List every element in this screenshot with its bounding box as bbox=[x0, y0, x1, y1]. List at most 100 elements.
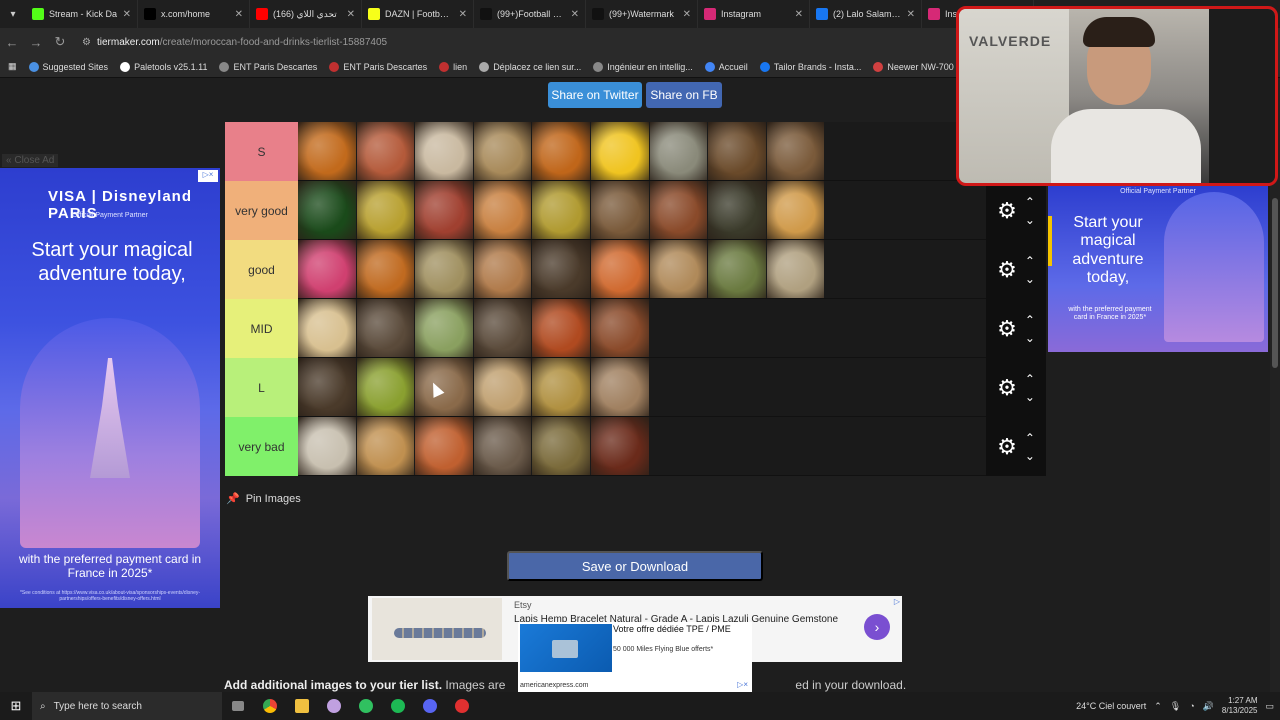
save-download-button[interactable]: Save or Download bbox=[507, 551, 763, 581]
food-image[interactable] bbox=[532, 181, 591, 239]
site-info-icon[interactable]: ⚙ bbox=[82, 37, 91, 48]
share-twitter-button[interactable]: Share on Twitter bbox=[548, 82, 642, 108]
windows-start-icon[interactable]: ⊞ bbox=[0, 698, 32, 714]
food-image[interactable] bbox=[590, 358, 650, 416]
scrollbar-thumb[interactable] bbox=[1272, 198, 1278, 368]
bookmark-item[interactable]: ENT Paris Descartes bbox=[219, 61, 317, 72]
chrome-icon[interactable] bbox=[254, 692, 286, 720]
tab-close-icon[interactable]: ✕ bbox=[459, 9, 467, 20]
ad-choices-icon[interactable]: ▷ bbox=[894, 597, 900, 606]
food-image[interactable] bbox=[766, 181, 826, 239]
food-image[interactable] bbox=[590, 122, 650, 180]
bookmark-item[interactable]: Ingénieur en intellig... bbox=[593, 61, 693, 72]
tier-settings-gear-icon[interactable]: ⚙ bbox=[997, 199, 1017, 222]
url-field[interactable]: ⚙ tiermaker.com/create/moroccan-food-and… bbox=[82, 37, 387, 48]
browser-tab[interactable]: x.com/home ✕ bbox=[138, 0, 250, 28]
reload-icon[interactable]: ↻ bbox=[48, 34, 72, 50]
food-image[interactable] bbox=[473, 299, 533, 357]
tier-settings-gear-icon[interactable]: ⚙ bbox=[997, 376, 1017, 399]
food-image[interactable] bbox=[590, 417, 650, 475]
ad-choices-icon[interactable]: ▷× bbox=[198, 170, 218, 182]
food-image[interactable] bbox=[590, 240, 650, 298]
food-image[interactable] bbox=[649, 122, 709, 180]
notification-icon[interactable]: ▭ bbox=[1265, 701, 1274, 712]
taskbar-search[interactable]: ⌕ Type here to search bbox=[32, 692, 222, 720]
close-ad-button[interactable]: « Close Ad bbox=[2, 154, 59, 167]
food-image[interactable] bbox=[590, 299, 650, 357]
tier-label[interactable]: very good bbox=[225, 181, 298, 240]
volume-icon[interactable]: 🔊 bbox=[1203, 701, 1214, 712]
food-image[interactable] bbox=[590, 181, 650, 239]
app-icon-red[interactable] bbox=[446, 692, 478, 720]
browser-tab[interactable]: (99+)Football Edi ✕ bbox=[474, 0, 586, 28]
move-down-chevron-icon[interactable]: ⌄ bbox=[1025, 273, 1035, 285]
discord-icon[interactable] bbox=[414, 692, 446, 720]
etsy-next-icon[interactable]: › bbox=[864, 614, 890, 640]
browser-tab[interactable]: Instagram ✕ bbox=[698, 0, 810, 28]
food-image[interactable] bbox=[298, 240, 357, 298]
tab-close-icon[interactable]: ✕ bbox=[683, 9, 691, 20]
weather-text[interactable]: 24°C Ciel couvert bbox=[1076, 701, 1146, 711]
file-explorer-icon[interactable] bbox=[286, 692, 318, 720]
food-image[interactable] bbox=[298, 358, 357, 416]
move-up-chevron-icon[interactable]: ⌃ bbox=[1025, 314, 1035, 326]
network-icon[interactable]: ◔ bbox=[1189, 701, 1194, 711]
tab-close-icon[interactable]: ✕ bbox=[907, 9, 915, 20]
apps-icon[interactable]: ▦ bbox=[8, 61, 17, 72]
move-up-chevron-icon[interactable]: ⌃ bbox=[1025, 373, 1035, 385]
clock[interactable]: 1:27 AM 8/13/2025 bbox=[1222, 696, 1258, 716]
bookmark-item[interactable]: ENT Paris Descartes bbox=[329, 61, 427, 72]
food-image[interactable] bbox=[415, 358, 474, 416]
food-image[interactable] bbox=[415, 417, 474, 475]
bookmark-item[interactable]: Accueil bbox=[704, 61, 748, 72]
food-image[interactable] bbox=[298, 417, 357, 475]
food-image[interactable] bbox=[766, 122, 826, 180]
move-down-chevron-icon[interactable]: ⌄ bbox=[1025, 450, 1035, 462]
tab-close-icon[interactable]: ✕ bbox=[123, 9, 131, 20]
food-image[interactable] bbox=[473, 240, 533, 298]
food-image[interactable] bbox=[473, 181, 533, 239]
food-image[interactable] bbox=[356, 417, 416, 475]
bookmark-item[interactable]: Paletools v25.1.11 bbox=[120, 61, 207, 72]
back-icon[interactable]: ← bbox=[0, 35, 24, 50]
food-image[interactable] bbox=[532, 358, 591, 416]
food-image[interactable] bbox=[298, 122, 357, 180]
tab-close-icon[interactable]: ✕ bbox=[571, 9, 579, 20]
move-down-chevron-icon[interactable]: ⌄ bbox=[1025, 391, 1035, 403]
browser-tab[interactable]: (166) تحدي اللاي ✕ bbox=[250, 0, 362, 28]
tier-label[interactable]: good bbox=[225, 240, 298, 299]
food-image[interactable] bbox=[532, 240, 591, 298]
bookmark-item[interactable]: Tailor Brands - Insta... bbox=[759, 61, 861, 72]
browser-tab[interactable]: DAZN | Football | ✕ bbox=[362, 0, 474, 28]
move-down-chevron-icon[interactable]: ⌄ bbox=[1025, 214, 1035, 226]
food-image[interactable] bbox=[356, 358, 416, 416]
tier-settings-gear-icon[interactable]: ⚙ bbox=[997, 435, 1017, 458]
food-image[interactable] bbox=[708, 240, 767, 298]
food-image[interactable] bbox=[356, 181, 416, 239]
bookmark-item[interactable]: Déplacez ce lien sur... bbox=[479, 61, 581, 72]
browser-tab[interactable]: Stream - Kick Da ✕ bbox=[26, 0, 138, 28]
food-image[interactable] bbox=[766, 240, 826, 298]
food-image[interactable] bbox=[532, 122, 591, 180]
tab-close-icon[interactable]: ✕ bbox=[347, 9, 355, 20]
chevron-up-icon[interactable]: ⌃ bbox=[1154, 701, 1162, 712]
spotify-icon[interactable] bbox=[382, 692, 414, 720]
food-image[interactable] bbox=[649, 181, 709, 239]
app-icon[interactable] bbox=[318, 692, 350, 720]
forward-icon[interactable]: → bbox=[24, 35, 48, 50]
tab-close-icon[interactable]: ✕ bbox=[795, 9, 803, 20]
ad-visa-disney-right[interactable]: Official Payment Partner Start your magi… bbox=[1048, 186, 1268, 352]
app-icon-green[interactable] bbox=[350, 692, 382, 720]
tier-settings-gear-icon[interactable]: ⚙ bbox=[997, 317, 1017, 340]
tab-close-icon[interactable]: ✕ bbox=[235, 9, 243, 20]
tier-label[interactable]: S bbox=[225, 122, 298, 181]
food-image[interactable] bbox=[415, 240, 474, 298]
food-image[interactable] bbox=[649, 240, 709, 298]
move-down-chevron-icon[interactable]: ⌄ bbox=[1025, 332, 1035, 344]
tier-label[interactable]: MID bbox=[225, 299, 298, 358]
pin-images-toggle[interactable]: 📌 Pin Images bbox=[226, 492, 301, 506]
bookmark-item[interactable]: lien bbox=[439, 61, 467, 72]
tier-settings-gear-icon[interactable]: ⚙ bbox=[997, 258, 1017, 281]
task-view-icon[interactable] bbox=[222, 692, 254, 720]
food-image[interactable] bbox=[356, 299, 416, 357]
